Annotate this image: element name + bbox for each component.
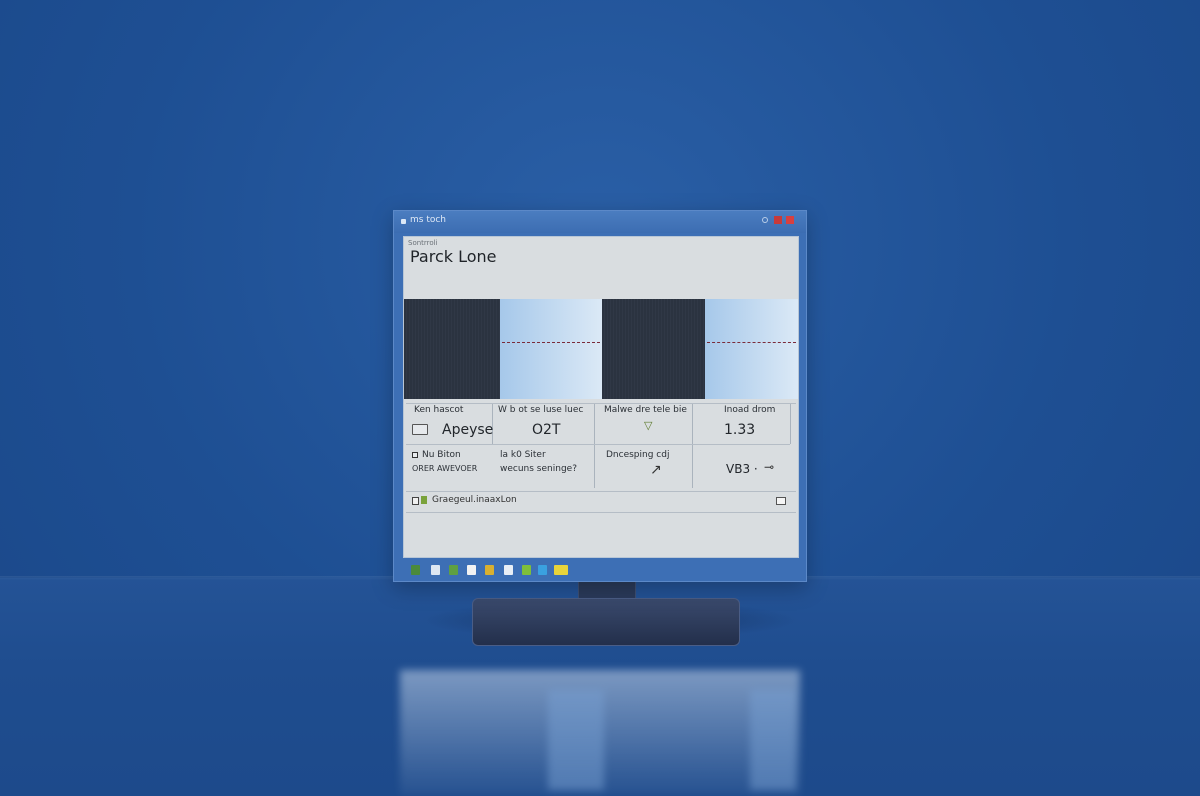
divider bbox=[692, 404, 693, 488]
checkbox[interactable] bbox=[412, 452, 418, 458]
c-app-icon[interactable] bbox=[467, 565, 476, 575]
grid-icon[interactable] bbox=[485, 565, 494, 575]
stat-value: 1.33 bbox=[724, 422, 756, 438]
stat-sublabel: ORER AWEVOER bbox=[412, 464, 478, 473]
mail-icon[interactable] bbox=[504, 565, 513, 575]
stat-sublabel: wecuns seninge? bbox=[500, 464, 577, 474]
dark-panel bbox=[404, 299, 500, 399]
stat-header: Ken hascot bbox=[414, 405, 464, 415]
monitor-reflection bbox=[400, 670, 800, 796]
window-titlebar[interactable]: ms toch bbox=[394, 211, 806, 233]
reflection-block bbox=[548, 690, 604, 790]
yellow-note-icon[interactable] bbox=[554, 565, 568, 575]
tag-icon bbox=[421, 496, 427, 504]
folder-icon[interactable] bbox=[431, 565, 440, 575]
app-icon bbox=[401, 219, 406, 224]
stat-header: Malwe dre tele bie bbox=[604, 405, 687, 415]
section-label: Sontrroli bbox=[408, 239, 438, 247]
monitor-stand bbox=[472, 598, 740, 646]
taskbar bbox=[394, 561, 806, 581]
dotted-line bbox=[707, 342, 796, 343]
stat-value: Apeyse bbox=[442, 422, 494, 438]
divider bbox=[594, 404, 595, 488]
list-icon[interactable] bbox=[411, 565, 420, 575]
divider bbox=[406, 444, 790, 445]
stat-header: W b ot se luse luec bbox=[498, 405, 584, 415]
close-button[interactable] bbox=[786, 216, 794, 224]
window-title: ms toch bbox=[410, 215, 447, 225]
image-icon[interactable] bbox=[449, 565, 458, 575]
monitor-screen: ms toch Sontrroli Parck Lone Ken hascot … bbox=[393, 210, 807, 582]
status-text: Graegeul.inaaxLon bbox=[432, 495, 517, 505]
page-title: Parck Lone bbox=[410, 247, 497, 266]
stat-label: Nu Biton bbox=[422, 450, 461, 460]
stat-label: la k0 Siter bbox=[500, 450, 546, 460]
minimize-button[interactable] bbox=[762, 217, 768, 223]
maximize-button[interactable] bbox=[774, 216, 782, 224]
green-x-icon[interactable] bbox=[522, 565, 531, 575]
blue-app-icon[interactable] bbox=[538, 565, 547, 575]
status-bar: Graegeul.inaaxLon bbox=[406, 491, 796, 513]
curve-icon: ↗ bbox=[650, 462, 662, 478]
window-icon[interactable] bbox=[776, 497, 786, 505]
stat-value: O2T bbox=[532, 422, 561, 438]
document-icon bbox=[412, 497, 419, 505]
dark-panel bbox=[602, 299, 705, 399]
folder-icon bbox=[412, 424, 428, 435]
divider bbox=[790, 404, 791, 444]
stat-value: VB3 · bbox=[726, 462, 758, 476]
light-panel bbox=[500, 299, 602, 399]
reflection-block bbox=[750, 690, 796, 790]
connector-icon: ⊸ bbox=[764, 460, 775, 474]
stat-header: Inoad drom bbox=[724, 405, 776, 415]
dotted-line bbox=[502, 342, 600, 343]
stat-label: Dncesping cdj bbox=[606, 450, 670, 460]
stats-grid: Ken hascot Apeyse W b ot se luse luec O2… bbox=[406, 403, 796, 490]
triangle-down-icon: ▽ bbox=[644, 419, 653, 432]
window-content: Sontrroli Parck Lone Ken hascot Apeyse W… bbox=[403, 236, 799, 558]
light-panel bbox=[705, 299, 798, 399]
